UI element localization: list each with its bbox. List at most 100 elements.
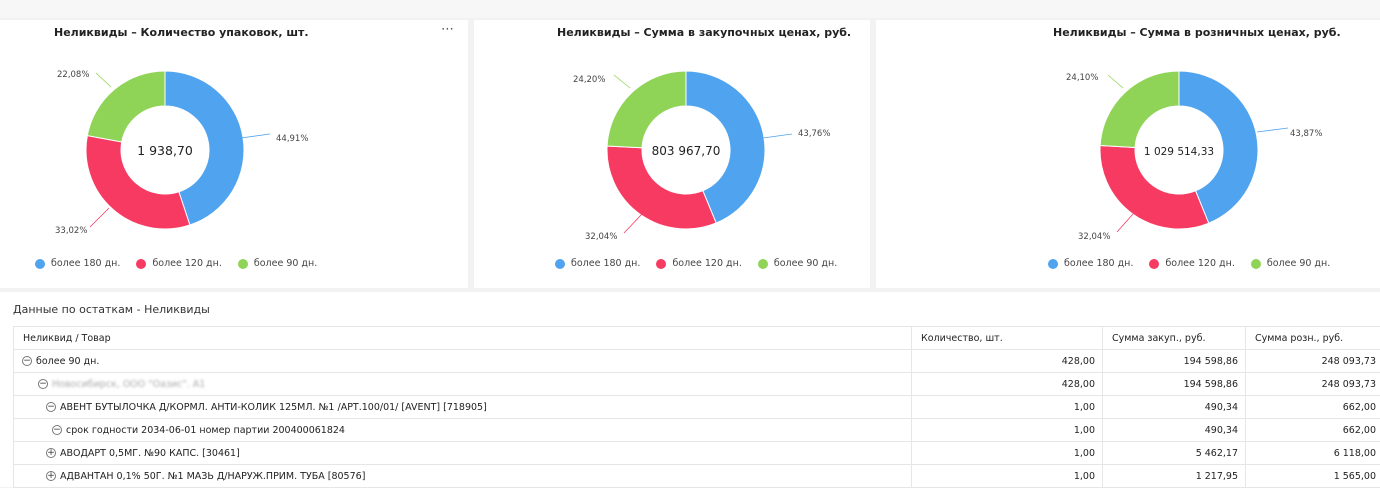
purchase-sum-cell: 490,34 (1103, 419, 1246, 442)
legend-label: более 120 дн. (152, 258, 221, 269)
tree-cell: + АВОДАРТ 0,5МГ. №90 КАПС. [30461] (14, 442, 912, 465)
legend-label: более 180 дн. (571, 258, 640, 269)
donut-chart-purchase-sum: 43,76% 32,04% 24,20% 803 967,70 (573, 71, 830, 242)
quantity-cell: 1,00 (912, 396, 1103, 419)
legend-item-more-120[interactable]: более 120 дн. (136, 258, 221, 269)
donut-center-total: 1 029 514,33 (1144, 146, 1214, 158)
tree-cell: −более 90 дн. (14, 350, 912, 373)
row-label: АВЕНТ БУТЫЛОЧКА Д/КОРМЛ. АНТИ-КОЛИК 125М… (60, 402, 487, 413)
legend-item-more-180[interactable]: более 180 дн. (35, 258, 120, 269)
table-row[interactable]: −срок годности 2034-06-01 номер партии 2… (14, 419, 1380, 442)
column-header-quantity[interactable]: Количество, шт. (912, 327, 1103, 350)
purchase-sum-cell: 490,34 (1103, 396, 1246, 419)
quantity-cell: 1,00 (912, 465, 1103, 488)
tree-cell: −срок годности 2034-06-01 номер партии 2… (14, 419, 912, 442)
legend-dot (1149, 259, 1159, 269)
legend-item-more-120[interactable]: более 120 дн. (1149, 258, 1234, 269)
data-label-more-120: 32,04% (585, 232, 617, 242)
retail-sum-cell: 662,00 (1246, 396, 1380, 419)
retail-sum-cell: 248 093,73 (1246, 350, 1380, 373)
chart-legend: более 180 дн. более 120 дн. более 90 дн. (35, 258, 330, 272)
tree-cell: −АВЕНТ БУТЫЛОЧКА Д/КОРМЛ. АНТИ-КОЛИК 125… (14, 396, 912, 419)
chart-legend: более 180 дн. более 120 дн. более 90 дн. (1048, 258, 1343, 272)
label-leader-line (1108, 75, 1123, 88)
tree-cell: + АДВАНТАН 0,1% 50Г. №1 МАЗЬ Д/НАРУЖ.ПРИМ… (14, 465, 912, 488)
donut-slice-more-120[interactable] (607, 146, 716, 229)
table-row[interactable]: −Новосибирск, ООО "Оазис". А1 428,00 194… (14, 373, 1380, 396)
label-leader-line (1117, 214, 1133, 232)
column-header-retail-sum[interactable]: Сумма розн., руб. (1246, 327, 1380, 350)
legend-item-more-90[interactable]: более 90 дн. (238, 258, 317, 269)
donut-slice-more-90[interactable] (87, 71, 165, 142)
donut-center-total: 803 967,70 (652, 144, 721, 158)
purchase-sum-cell: 5 462,17 (1103, 442, 1246, 465)
label-leader-line (763, 134, 792, 138)
legend-item-more-120[interactable]: более 120 дн. (656, 258, 741, 269)
data-label-more-90: 24,20% (573, 75, 605, 85)
legend-dot (1251, 259, 1261, 269)
legend-dot (758, 259, 768, 269)
row-label: срок годности 2034-06-01 номер партии 20… (66, 425, 345, 436)
row-label: АВОДАРТ 0,5МГ. №90 КАПС. [30461] (60, 448, 240, 459)
donut-slice-more-90[interactable] (1100, 71, 1179, 148)
legend-item-more-180[interactable]: более 180 дн. (555, 258, 640, 269)
table-row[interactable]: + АДВАНТАН 0,1% 50Г. №1 МАЗЬ Д/НАРУЖ.ПРИМ… (14, 465, 1380, 488)
legend-dot (136, 259, 146, 269)
donut-chart-quantity: 44,91% 33,02% 22,08% 1 938,70 (55, 70, 308, 236)
legend-item-more-180[interactable]: более 180 дн. (1048, 258, 1133, 269)
legend-item-more-90[interactable]: более 90 дн. (1251, 258, 1330, 269)
collapse-icon[interactable]: − (46, 402, 56, 412)
row-label: Новосибирск, ООО "Оазис". А1 (52, 379, 205, 390)
column-header-purchase-sum[interactable]: Сумма закуп., руб. (1103, 327, 1246, 350)
label-leader-line (1257, 128, 1288, 132)
data-label-more-180: 44,91% (276, 134, 308, 144)
legend-label: более 90 дн. (774, 258, 837, 269)
retail-sum-cell: 248 093,73 (1246, 373, 1380, 396)
data-label-more-120: 33,02% (55, 226, 87, 236)
quantity-cell: 1,00 (912, 419, 1103, 442)
tree-cell: −Новосибирск, ООО "Оазис". А1 (14, 373, 912, 396)
legend-label: более 90 дн. (254, 258, 317, 269)
collapse-icon[interactable]: − (52, 425, 62, 435)
table-row[interactable]: + АВОДАРТ 0,5МГ. №90 КАПС. [30461] 1,00 5… (14, 442, 1380, 465)
label-leader-line (614, 75, 630, 88)
collapse-icon[interactable]: − (38, 379, 48, 389)
table-header-row: Неликвид / Товар Количество, шт. Сумма з… (14, 327, 1380, 350)
legend-label: более 120 дн. (1165, 258, 1234, 269)
quantity-cell: 428,00 (912, 350, 1103, 373)
row-label: более 90 дн. (36, 356, 99, 367)
collapse-icon[interactable]: − (22, 356, 32, 366)
label-leader-line (624, 214, 642, 233)
donut-charts: 44,91% 33,02% 22,08% 1 938,70 43,76% 32,… (0, 0, 1380, 290)
legend-label: более 90 дн. (1267, 258, 1330, 269)
data-label-more-90: 24,10% (1066, 73, 1098, 83)
data-label-more-90: 22,08% (57, 70, 89, 80)
legend-label: более 120 дн. (672, 258, 741, 269)
table-row[interactable]: −АВЕНТ БУТЫЛОЧКА Д/КОРМЛ. АНТИ-КОЛИК 125… (14, 396, 1380, 419)
quantity-cell: 428,00 (912, 373, 1103, 396)
donut-center-total: 1 938,70 (137, 143, 193, 158)
row-label: АДВАНТАН 0,1% 50Г. №1 МАЗЬ Д/НАРУЖ.ПРИМ.… (60, 471, 365, 482)
legend-label: более 180 дн. (1064, 258, 1133, 269)
legend-dot (35, 259, 45, 269)
legend-dot (238, 259, 248, 269)
table-row[interactable]: −более 90 дн. 428,00 194 598,86 248 093,… (14, 350, 1380, 373)
label-leader-line (90, 208, 109, 227)
stock-table: Неликвид / Товар Количество, шт. Сумма з… (13, 326, 1380, 488)
label-leader-line (96, 73, 111, 87)
donut-chart-retail-sum: 43,87% 32,04% 24,10% 1 029 514,33 (1066, 71, 1322, 242)
column-header-item[interactable]: Неликвид / Товар (14, 327, 912, 350)
expand-icon[interactable]: + (46, 448, 56, 458)
table-title: Данные по остаткам - Неликвиды (13, 303, 210, 316)
legend-dot (1048, 259, 1058, 269)
legend-dot (555, 259, 565, 269)
donut-slice-more-90[interactable] (607, 71, 686, 148)
retail-sum-cell: 6 118,00 (1246, 442, 1380, 465)
retail-sum-cell: 1 565,00 (1246, 465, 1380, 488)
quantity-cell: 1,00 (912, 442, 1103, 465)
data-label-more-180: 43,76% (798, 129, 830, 139)
donut-slice-more-120[interactable] (1100, 146, 1209, 229)
legend-item-more-90[interactable]: более 90 дн. (758, 258, 837, 269)
expand-icon[interactable]: + (46, 471, 56, 481)
retail-sum-cell: 662,00 (1246, 419, 1380, 442)
